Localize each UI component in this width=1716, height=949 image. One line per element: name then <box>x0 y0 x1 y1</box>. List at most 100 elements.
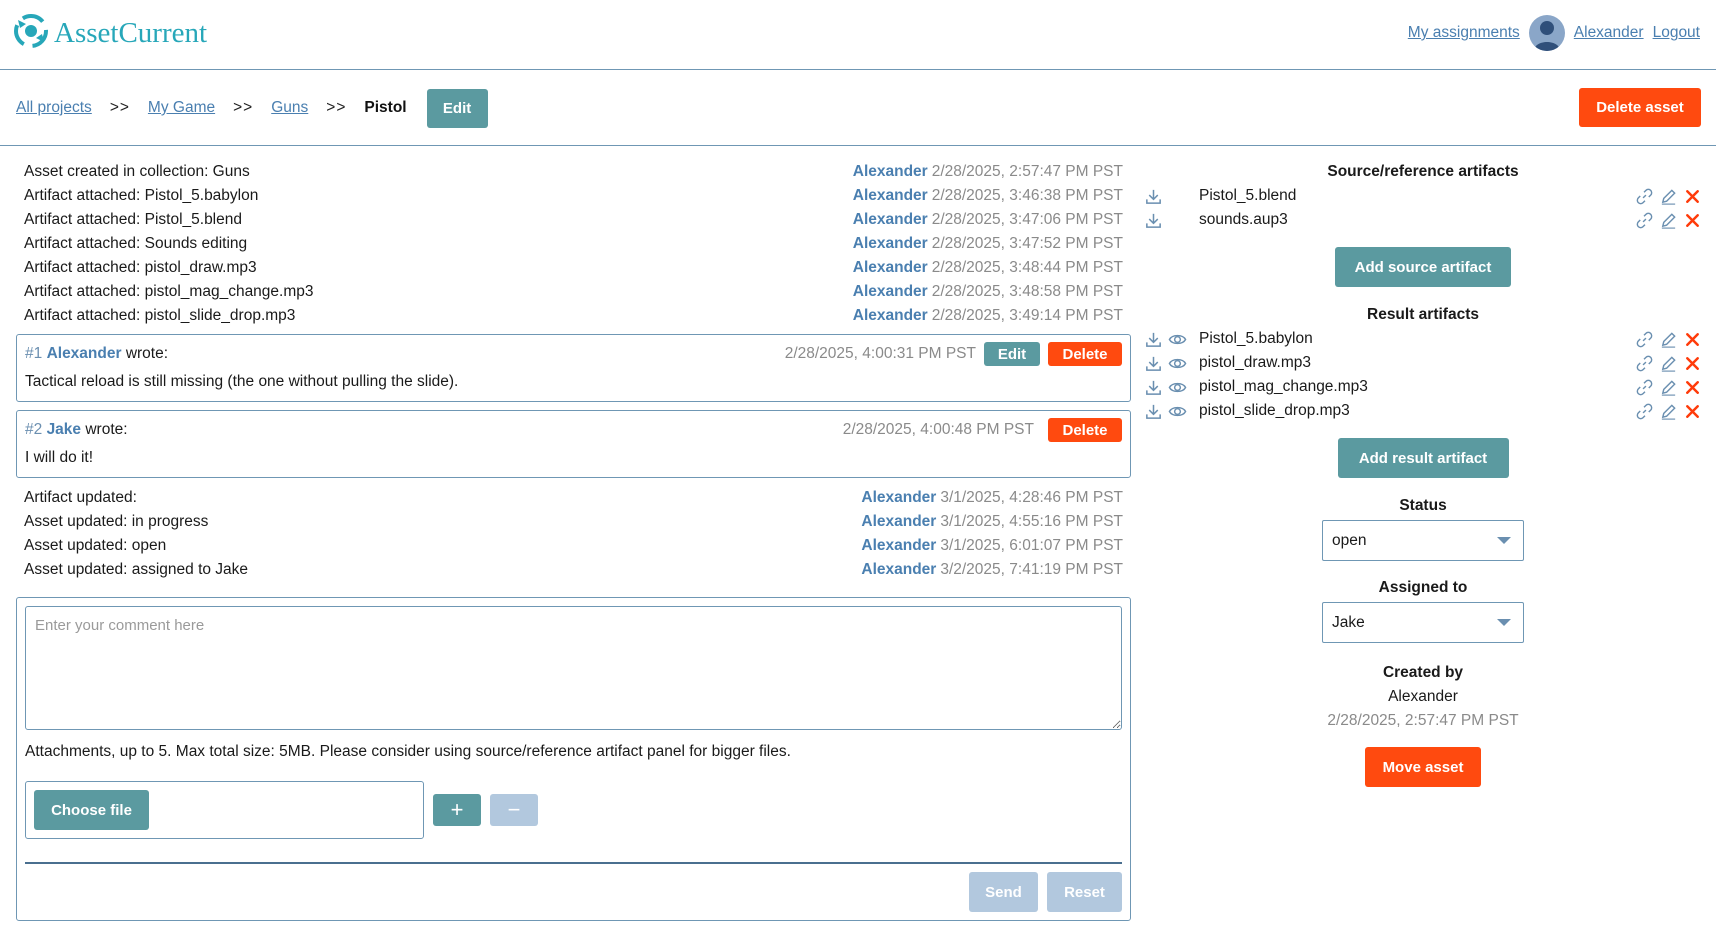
event-author[interactable]: Alexander <box>853 283 928 300</box>
close-icon[interactable] <box>1683 187 1702 206</box>
event-author[interactable]: Alexander <box>853 163 928 180</box>
add-attachment-button[interactable]: + <box>433 794 481 826</box>
delete-asset-button[interactable]: Delete asset <box>1579 88 1701 127</box>
event-time: 2/28/2025, 3:47:52 PM PST <box>931 235 1123 252</box>
artifact-name[interactable]: Pistol_5.babylon <box>1199 327 1313 351</box>
event-time: 2/28/2025, 3:48:58 PM PST <box>931 283 1123 300</box>
comment-edit-button[interactable]: Edit <box>984 342 1040 366</box>
form-divider <box>25 862 1122 864</box>
breadcrumb-guns[interactable]: Guns <box>271 99 308 117</box>
comment-input[interactable] <box>25 606 1122 730</box>
eye-icon[interactable] <box>1168 402 1187 421</box>
event-meta: Alexander 3/1/2025, 6:01:07 PM PST <box>861 534 1123 558</box>
pencil-icon[interactable] <box>1659 378 1678 397</box>
pencil-icon[interactable] <box>1659 354 1678 373</box>
event-row: Artifact attached: pistol_mag_change.mp3… <box>16 280 1131 304</box>
event-text: Artifact attached: pistol_mag_change.mp3 <box>24 283 314 300</box>
event-author[interactable]: Alexander <box>861 489 936 506</box>
choose-file-button[interactable]: Choose file <box>34 790 149 830</box>
link-icon[interactable] <box>1635 378 1654 397</box>
event-author[interactable]: Alexander <box>861 513 936 530</box>
event-author[interactable]: Alexander <box>861 561 936 578</box>
close-icon[interactable] <box>1683 211 1702 230</box>
comment-author-line: #1 Alexander wrote: <box>25 345 168 363</box>
brand-name: AssetCurrent <box>54 16 208 49</box>
comment-time: 2/28/2025, 4:00:31 PM PST <box>784 345 976 362</box>
move-asset-button[interactable]: Move asset <box>1365 747 1481 787</box>
comment-author[interactable]: Alexander <box>47 345 122 362</box>
link-icon[interactable] <box>1635 354 1654 373</box>
artifact-right-icons <box>1635 351 1702 375</box>
breadcrumb-my-game[interactable]: My Game <box>148 99 215 117</box>
download-icon[interactable] <box>1144 378 1163 397</box>
event-text: Asset created in collection: Guns <box>24 163 250 180</box>
download-icon[interactable] <box>1144 211 1163 230</box>
event-row: Artifact attached: Pistol_5.babylon Alexa… <box>16 184 1131 208</box>
comment-header: #1 Alexander wrote: 2/28/2025, 4:00:31 PM… <box>25 342 1122 366</box>
logout-link[interactable]: Logout <box>1653 24 1700 42</box>
add-result-artifact-button[interactable]: Add result artifact <box>1337 438 1509 478</box>
breadcrumb-all-projects[interactable]: All projects <box>16 99 92 117</box>
artifact-name[interactable]: sounds.aup3 <box>1199 208 1288 232</box>
eye-icon[interactable] <box>1168 330 1187 349</box>
avatar[interactable] <box>1528 15 1565 51</box>
pencil-icon[interactable] <box>1659 330 1678 349</box>
event-meta: Alexander 2/28/2025, 3:48:44 PM PST <box>853 256 1123 280</box>
event-time: 3/2/2025, 7:41:19 PM PST <box>940 561 1123 578</box>
artifact-name[interactable]: Pistol_5.blend <box>1199 184 1296 208</box>
pencil-icon[interactable] <box>1659 402 1678 421</box>
my-assignments-link[interactable]: My assignments <box>1408 24 1520 42</box>
event-author[interactable]: Alexander <box>853 307 928 324</box>
event-author[interactable]: Alexander <box>853 187 928 204</box>
event-row: Asset updated: open Alexander 3/1/2025, 6:… <box>16 534 1131 558</box>
send-button[interactable]: Send <box>969 872 1038 912</box>
artifact-left-icons <box>1144 399 1187 423</box>
event-author[interactable]: Alexander <box>853 235 928 252</box>
download-icon[interactable] <box>1144 402 1163 421</box>
comment-actions: 2/28/2025, 4:00:48 PM PST Delete <box>843 418 1122 442</box>
result-artifacts-title: Result artifacts <box>1367 306 1479 323</box>
comment-author-line: #2 Jake wrote: <box>25 421 128 439</box>
comment-delete-button[interactable]: Delete <box>1048 342 1122 366</box>
event-text: Artifact attached: pistol_draw.mp3 <box>24 259 257 276</box>
download-icon[interactable] <box>1144 354 1163 373</box>
user-name-link[interactable]: Alexander <box>1574 24 1644 42</box>
link-icon[interactable] <box>1635 187 1654 206</box>
reset-button[interactable]: Reset <box>1047 872 1122 912</box>
top-header: AssetCurrent My assignments Alexander Lo… <box>0 0 1716 70</box>
created-by-block: Created by Alexander 2/28/2025, 2:57:47 … <box>1144 661 1702 733</box>
eye-icon[interactable] <box>1168 378 1187 397</box>
assigned-to-select[interactable]: Jake <box>1322 602 1524 643</box>
remove-attachment-button[interactable]: − <box>490 794 538 826</box>
artifact-name[interactable]: pistol_mag_change.mp3 <box>1199 375 1368 399</box>
artifact-row: pistol_mag_change.mp3 <box>1144 375 1702 399</box>
artifact-name[interactable]: pistol_draw.mp3 <box>1199 351 1311 375</box>
comment-author[interactable]: Jake <box>47 421 81 438</box>
pencil-icon[interactable] <box>1659 187 1678 206</box>
link-icon[interactable] <box>1635 211 1654 230</box>
link-icon[interactable] <box>1635 402 1654 421</box>
event-author[interactable]: Alexander <box>861 537 936 554</box>
artifact-name[interactable]: pistol_slide_drop.mp3 <box>1199 399 1350 423</box>
close-icon[interactable] <box>1683 378 1702 397</box>
link-icon[interactable] <box>1635 330 1654 349</box>
event-author[interactable]: Alexander <box>853 211 928 228</box>
download-icon[interactable] <box>1144 330 1163 349</box>
close-icon[interactable] <box>1683 402 1702 421</box>
logo[interactable]: AssetCurrent <box>14 14 207 52</box>
artifact-row: Pistol_5.blend <box>1144 184 1702 208</box>
edit-asset-button[interactable]: Edit <box>426 88 488 128</box>
close-icon[interactable] <box>1683 354 1702 373</box>
event-meta: Alexander 2/28/2025, 3:47:06 PM PST <box>853 208 1123 232</box>
event-time: 2/28/2025, 3:48:44 PM PST <box>931 259 1123 276</box>
eye-icon[interactable] <box>1168 354 1187 373</box>
close-icon[interactable] <box>1683 330 1702 349</box>
add-source-artifact-button[interactable]: Add source artifact <box>1335 247 1511 287</box>
download-icon[interactable] <box>1144 187 1163 206</box>
event-author[interactable]: Alexander <box>853 259 928 276</box>
status-select[interactable]: open <box>1322 520 1524 561</box>
created-by-label: Created by <box>1382 664 1464 681</box>
event-meta: Alexander 2/28/2025, 2:57:47 PM PST <box>853 160 1123 184</box>
pencil-icon[interactable] <box>1659 211 1678 230</box>
comment-delete-button[interactable]: Delete <box>1048 418 1122 442</box>
